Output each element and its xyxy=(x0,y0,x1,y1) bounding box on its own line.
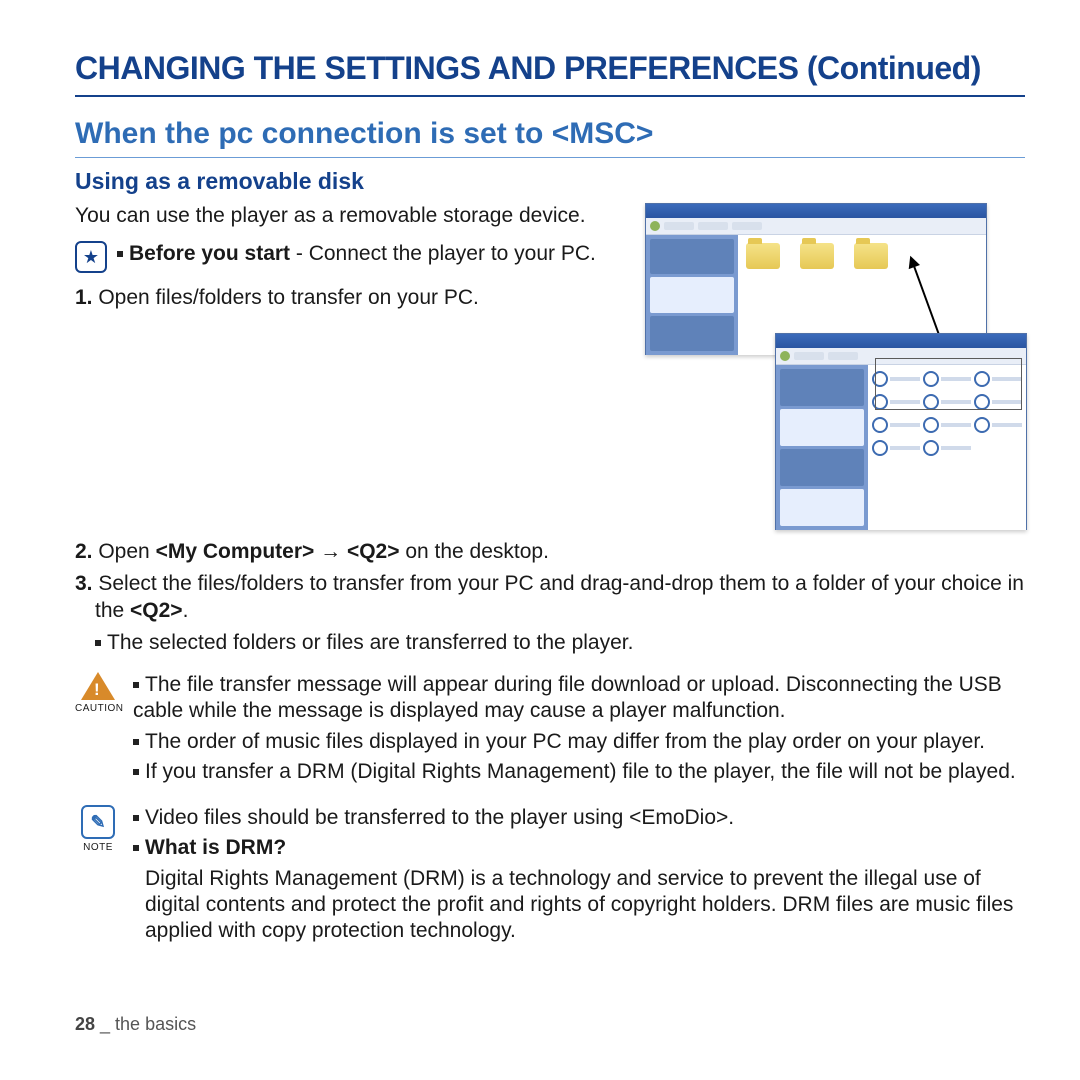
caution-label: CAUTION xyxy=(75,703,121,716)
step-3-sub: The selected folders or files are transf… xyxy=(107,630,1025,656)
intro-text: You can use the player as a removable st… xyxy=(75,203,625,229)
caution-icon xyxy=(81,672,115,700)
folder-icon xyxy=(854,243,888,269)
note-icon: ✎ xyxy=(81,805,115,839)
step-3: 3. Select the files/folders to transfer … xyxy=(95,571,1025,624)
page-footer: 28 _ the basics xyxy=(75,1014,196,1035)
page-title: CHANGING THE SETTINGS AND PREFERENCES (C… xyxy=(75,50,1025,97)
section-heading: When the pc connection is set to <MSC> xyxy=(75,117,1025,158)
step-2: 2. Open <My Computer> → <Q2> on the desk… xyxy=(95,539,1025,565)
folder-icon xyxy=(800,243,834,269)
folder-icon xyxy=(746,243,780,269)
caution-text: The file transfer message will appear du… xyxy=(133,672,1025,789)
subheading: Using as a removable disk xyxy=(75,168,1025,195)
note-text: Video files should be transferred to the… xyxy=(133,805,1025,944)
note-label: NOTE xyxy=(75,842,121,855)
before-you-start: Before you start - Connect the player to… xyxy=(117,241,596,267)
step-1: 1. Open files/folders to transfer on you… xyxy=(95,285,625,311)
screenshot-figure xyxy=(645,203,1025,533)
selection-rectangle xyxy=(875,358,1022,410)
star-icon: ★ xyxy=(75,241,107,273)
